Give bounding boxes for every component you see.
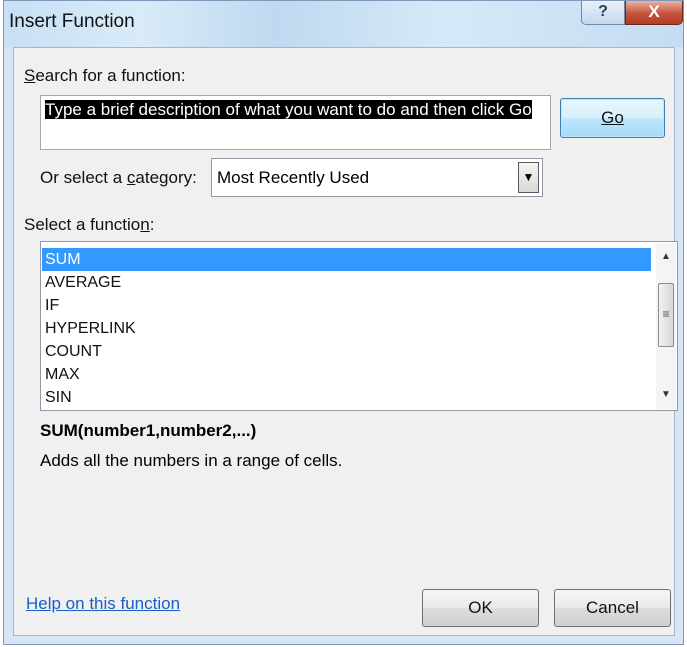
function-list-label: Select a function: xyxy=(24,215,154,235)
scrollbar-thumb[interactable]: ≡ xyxy=(658,283,674,347)
function-item-average[interactable]: AVERAGE xyxy=(42,271,651,294)
search-label-rest: earch for a function: xyxy=(35,66,186,85)
scroll-down-arrow-icon[interactable]: ▼ xyxy=(656,385,676,405)
function-description: Adds all the numbers in a range of cells… xyxy=(40,451,343,470)
function-list-label-pre: Select a functio xyxy=(24,215,141,234)
function-item-if[interactable]: IF xyxy=(42,294,651,317)
dialog-title: Insert Function xyxy=(9,11,135,32)
function-list-label-accel: n xyxy=(140,215,150,234)
go-button[interactable]: Go xyxy=(560,98,665,138)
help-on-function-link[interactable]: Help on this function xyxy=(26,594,180,614)
chevron-down-icon[interactable]: ▼ xyxy=(518,162,539,193)
category-select[interactable]: Most Recently Used ▼ xyxy=(211,158,543,197)
dialog-body: Search for a function: Type a brief desc… xyxy=(13,47,678,636)
search-input[interactable]: Type a brief description of what you wan… xyxy=(40,95,551,150)
function-item-hyperlink[interactable]: HYPERLINK xyxy=(42,317,651,340)
function-signature: SUM(number1,number2,...) xyxy=(40,421,257,440)
function-item-sin[interactable]: SIN xyxy=(42,386,651,409)
title-bar[interactable]: Insert Function ? X xyxy=(4,1,683,47)
close-icon[interactable]: X xyxy=(625,1,683,25)
category-label: Or select a category: xyxy=(40,168,197,188)
function-list[interactable]: SUM AVERAGE IF HYPERLINK COUNT MAX SIN ▲… xyxy=(40,241,678,411)
search-label: Search for a function: xyxy=(24,66,186,86)
category-label-post: ategory: xyxy=(135,168,197,187)
cancel-button[interactable]: Cancel xyxy=(554,589,671,627)
category-label-pre: Or select a xyxy=(40,168,127,187)
function-list-items: SUM AVERAGE IF HYPERLINK COUNT MAX SIN xyxy=(42,248,651,409)
scroll-up-arrow-icon[interactable]: ▲ xyxy=(656,247,676,267)
function-item-count[interactable]: COUNT xyxy=(42,340,651,363)
search-input-text: Type a brief description of what you wan… xyxy=(45,99,540,120)
go-button-label: Go xyxy=(601,108,624,127)
search-label-accel: S xyxy=(24,66,36,85)
ok-button[interactable]: OK xyxy=(422,589,539,627)
function-list-scrollbar[interactable]: ▲ ≡ ▼ xyxy=(656,243,676,409)
category-selected-value: Most Recently Used xyxy=(217,168,370,187)
function-item-max[interactable]: MAX xyxy=(42,363,651,386)
function-item-sum[interactable]: SUM xyxy=(42,248,651,271)
function-list-label-post: : xyxy=(149,215,155,234)
search-input-selected-text: Type a brief description of what you wan… xyxy=(45,100,532,119)
insert-function-dialog: Insert Function ? X Search for a functio… xyxy=(3,0,684,645)
help-icon[interactable]: ? xyxy=(581,1,625,25)
